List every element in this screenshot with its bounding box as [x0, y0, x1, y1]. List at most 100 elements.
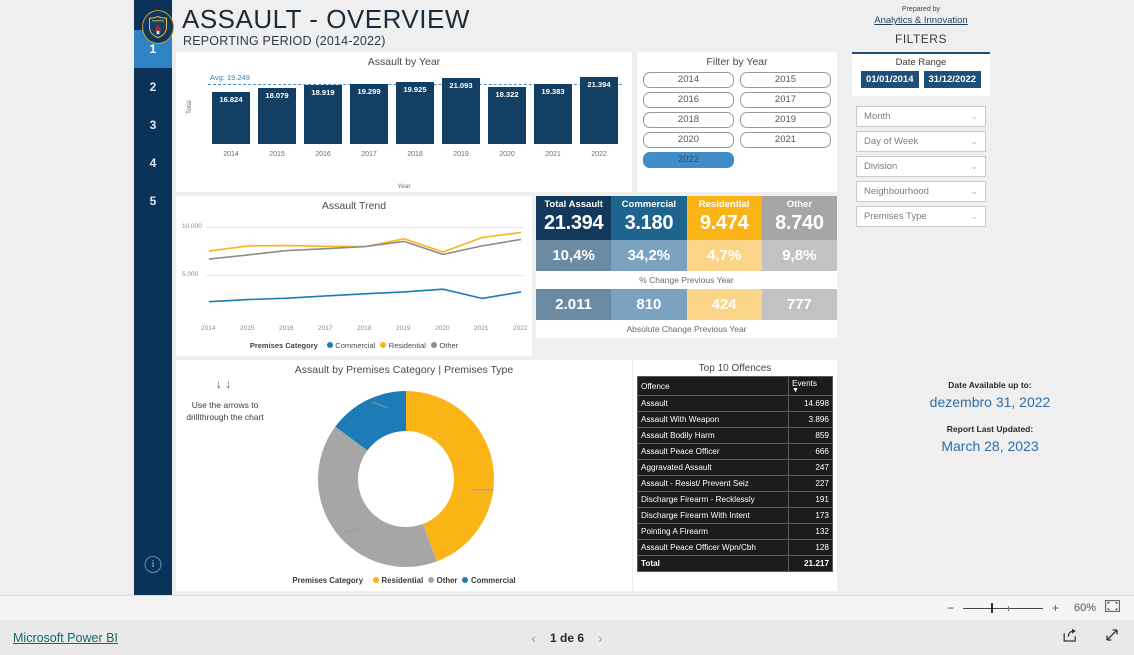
trend-legend-item-Other[interactable]: Other [430, 341, 458, 350]
kpi-header-other: Other [761, 196, 837, 212]
kpi-header-residential: Residential [686, 196, 762, 212]
drillthrough-hint: ↓↓ Use the arrows to drillthrough the ch… [186, 377, 264, 423]
page-nav-item-4[interactable]: 4 [134, 144, 172, 182]
slicer-neighbourhood[interactable]: Neighbourhood ⌄ [856, 181, 986, 202]
legend-swatch-icon [373, 577, 380, 583]
zoom-slider-thumb[interactable] [990, 603, 994, 613]
bar-2018[interactable]: 19.925 [396, 82, 434, 144]
bar-2021[interactable]: 19.383 [534, 83, 572, 144]
bar-x-tick-2017: 2017 [361, 151, 377, 158]
bar-x-tick-2016: 2016 [315, 151, 331, 158]
status-bar-actions [1062, 627, 1120, 648]
table-row[interactable]: Assault Peace Officer Wpn/Cbh 128 [637, 539, 833, 556]
info-icon[interactable]: i [144, 556, 162, 573]
year-filter-button-2015[interactable]: 2015 [740, 72, 831, 88]
year-filter-button-2018[interactable]: 2018 [643, 112, 734, 128]
cell-offence: Assault Peace Officer [637, 443, 789, 460]
slicer-month[interactable]: Month ⌄ [856, 106, 986, 127]
fullscreen-icon[interactable] [1104, 627, 1120, 648]
date-range-buttons: 01/01/2014 31/12/2022 [852, 68, 990, 88]
donut-legend-item-Other[interactable]: Other [428, 576, 457, 585]
date-to-button[interactable]: 31/12/2022 [923, 71, 982, 88]
cell-events: 191 [788, 491, 833, 508]
column-header-events[interactable]: Events ▼ [788, 376, 833, 396]
year-filter-button-2020[interactable]: 2020 [643, 132, 734, 148]
trend-x-tick-2014: 2014 [201, 325, 216, 332]
trend-x-tick-2016: 2016 [279, 325, 294, 332]
page-nav-item-5[interactable]: 5 [134, 182, 172, 220]
year-filter-button-2021[interactable]: 2021 [740, 132, 831, 148]
bar-2017[interactable]: 19.299 [350, 83, 388, 144]
slicer-division[interactable]: Division ⌄ [856, 156, 986, 177]
prepared-by-org[interactable]: Analytics & Innovation [852, 15, 990, 26]
kpi-summary-block: Total Assault Commercial Residential Other … [536, 196, 837, 356]
kpi-value-commercial: 3.180 [611, 212, 687, 240]
chevron-down-icon[interactable]: ⌄ [970, 161, 978, 172]
kpi-abs-change-other: 777 [761, 289, 837, 320]
bar-2014[interactable]: 16.824 [212, 91, 250, 144]
table-row[interactable]: Assault Bodily Harm 859 [637, 427, 833, 444]
trend-legend-item-Residential[interactable]: Residential [380, 341, 426, 350]
cell-offence: Discharge Firearm - Recklessly [637, 491, 789, 508]
cell-events: 227 [788, 475, 833, 492]
bar-2016[interactable]: 18.919 [304, 85, 342, 144]
trend-line-Residential[interactable] [208, 231, 522, 253]
table-row[interactable]: Assault - Resist/ Prevent Seiz 227 [637, 475, 833, 492]
chevron-down-icon[interactable]: ⌄ [970, 136, 978, 147]
table-row[interactable]: Assault 14.698 [637, 395, 833, 412]
year-filter-button-2019[interactable]: 2019 [740, 112, 831, 128]
donut-slice-Other[interactable] [317, 426, 437, 567]
table-row[interactable]: Discharge Firearm - Recklessly 191 [637, 491, 833, 508]
donut-slices[interactable] [311, 384, 501, 574]
donut-legend-item-Residential[interactable]: Residential [373, 576, 423, 585]
chevron-down-icon[interactable]: ⌄ [970, 211, 978, 222]
slicer-label: Premises Type [864, 211, 927, 222]
year-filter-button-2014[interactable]: 2014 [643, 72, 734, 88]
trend-legend-item-Commercial[interactable]: Commercial [326, 341, 375, 350]
trend-line-Commercial[interactable] [208, 288, 522, 303]
filters-pane: Prepared by Analytics & Innovation FILTE… [852, 0, 1134, 595]
table-row[interactable]: Assault Peace Officer 666 [637, 443, 833, 460]
powerbi-brand-link[interactable]: Microsoft Power BI [13, 631, 118, 645]
trend-legend-title: Premises Category [249, 340, 318, 350]
zoom-slider[interactable] [962, 603, 1043, 613]
zoom-in-button[interactable]: + [1052, 601, 1059, 615]
zoom-level-label: 60% [1073, 602, 1096, 614]
trend-line-Other[interactable] [208, 238, 522, 260]
chevron-down-icon[interactable]: ⌄ [970, 186, 978, 197]
column-header-offence[interactable]: Offence [637, 376, 789, 396]
last-updated-value: March 28, 2023 [941, 438, 1039, 454]
slicer-day-of-week[interactable]: Day of Week ⌄ [856, 131, 986, 152]
chevron-down-icon[interactable]: ⌄ [970, 111, 978, 122]
donut-legend-item-Commercial[interactable]: Commercial [462, 576, 516, 585]
trend-gridline [206, 227, 524, 229]
share-icon[interactable] [1062, 627, 1078, 648]
table-row[interactable]: Pointing A Firearm 132 [637, 523, 833, 540]
zoom-out-button[interactable]: − [947, 601, 954, 615]
table-row[interactable]: Assault With Weapon 3.896 [637, 411, 833, 428]
slicer-premises-type[interactable]: Premises Type ⌄ [856, 206, 986, 227]
bar-2022[interactable]: 21.394 [580, 77, 618, 144]
cell-offence: Assault - Resist/ Prevent Seiz [637, 475, 789, 492]
table-row[interactable]: Aggravated Assault 247 [637, 459, 833, 476]
bar-2015[interactable]: 18.079 [258, 87, 296, 144]
bar-2019[interactable]: 21.093 [442, 78, 480, 144]
date-from-button[interactable]: 01/01/2014 [860, 71, 919, 88]
date-range-slicer: Date Range 01/01/2014 31/12/2022 [852, 54, 990, 96]
table-row[interactable]: Discharge Firearm With Intent 173 [637, 507, 833, 524]
year-filter-button-2016[interactable]: 2016 [643, 92, 734, 108]
bar-2020[interactable]: 18.322 [488, 87, 526, 144]
trend-gridline [206, 274, 524, 276]
trend-legend: Premises Category Commercial Residential O… [176, 341, 532, 351]
drillthrough-hint-text: Use the arrows to drillthrough the chart [186, 400, 264, 422]
year-filter-button-2022[interactable]: 2022 [643, 152, 734, 168]
page-nav-item-3[interactable]: 3 [134, 106, 172, 144]
slicer-label: Month [864, 111, 891, 122]
year-filter-button-2017[interactable]: 2017 [740, 92, 831, 108]
fit-to-page-icon[interactable] [1105, 599, 1120, 617]
bar-x-tick-2014: 2014 [223, 151, 239, 158]
data-available-label: Date Available up to: [948, 380, 1032, 390]
page-nav-item-2[interactable]: 2 [134, 68, 172, 106]
chevron-left-icon[interactable]: ‹ [531, 630, 536, 646]
chevron-right-icon[interactable]: › [598, 630, 603, 646]
